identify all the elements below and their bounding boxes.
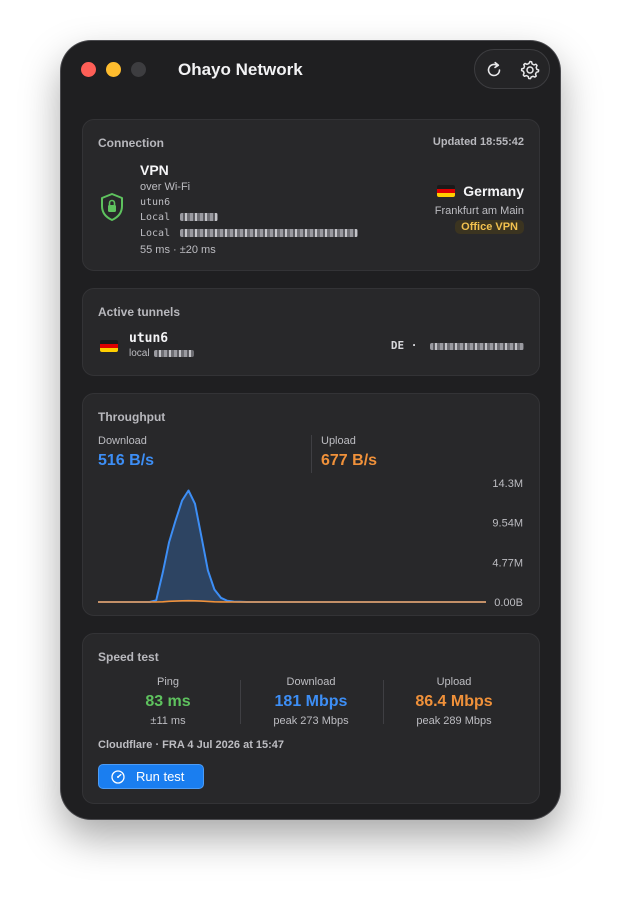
toolbar-actions bbox=[474, 49, 550, 89]
local-ipv4-row: Local bbox=[140, 212, 219, 223]
speed-download-label: Download bbox=[286, 676, 336, 688]
tunnel-endpoint-row: DE · bbox=[391, 339, 524, 352]
run-test-button[interactable]: Run test bbox=[98, 764, 204, 789]
vpn-profile-badge: Office VPN bbox=[455, 220, 524, 234]
latency-readout: 55 ms · ±20 ms bbox=[140, 244, 216, 256]
download-area bbox=[98, 490, 486, 602]
throughput-chart: 14.3M 9.54M 4.77M 0.00B bbox=[98, 478, 523, 609]
tunnel-country-code: DE · bbox=[390, 339, 418, 352]
germany-flag-icon bbox=[437, 185, 456, 198]
upload-column: Upload 86.4 Mbps peak 289 Mbps bbox=[384, 676, 524, 727]
city-name: Frankfurt am Main bbox=[434, 205, 524, 217]
window-title: Ohayo Network bbox=[178, 60, 303, 79]
redacted-ipv4 bbox=[180, 213, 219, 221]
y-tick-label: 9.54M bbox=[492, 518, 523, 530]
speed-test-card: Speed test Ping 83 ms ±11 ms Download 18… bbox=[82, 633, 540, 804]
speed-upload-value: 86.4 Mbps bbox=[415, 693, 493, 710]
connection-card: Connection Updated 18:55:42 VPN over Wi-… bbox=[82, 119, 540, 271]
ping-value: 83 ms bbox=[145, 693, 191, 710]
local-ipv4-label: Local bbox=[140, 212, 171, 223]
ping-jitter: ±11 ms bbox=[150, 715, 186, 727]
speedometer-icon bbox=[111, 770, 125, 784]
tunnel-name: utun6 bbox=[129, 331, 169, 346]
speed-upload-label: Upload bbox=[436, 676, 472, 688]
speed-download-value: 181 Mbps bbox=[274, 693, 348, 710]
zoom-window-button[interactable] bbox=[131, 62, 146, 77]
refresh-button[interactable] bbox=[483, 59, 505, 81]
tunnel-local-row: local bbox=[129, 348, 195, 359]
germany-flag-icon bbox=[100, 340, 118, 352]
local-ipv6-row: Local bbox=[140, 228, 359, 239]
country-row: Germany bbox=[437, 183, 524, 199]
speed-download-peak: peak 273 Mbps bbox=[273, 715, 349, 727]
redacted-tunnel-endpoint bbox=[430, 342, 524, 350]
connection-section-title: Connection bbox=[98, 136, 164, 150]
ping-column: Ping 83 ms ±11 ms bbox=[98, 676, 238, 727]
ping-label: Ping bbox=[156, 676, 180, 688]
connection-type: VPN bbox=[140, 162, 169, 178]
speed-test-section-title: Speed test bbox=[98, 650, 159, 664]
refresh-icon bbox=[487, 61, 501, 77]
gear-icon bbox=[520, 60, 540, 80]
app-window: Ohayo Network Connection Updated 18:55:4… bbox=[61, 41, 560, 819]
close-window-button[interactable] bbox=[81, 62, 96, 77]
throughput-card: Throughput Download 516 B/s Upload 677 B… bbox=[82, 393, 540, 616]
active-tunnels-card: Active tunnels utun6 local DE · bbox=[82, 288, 540, 376]
y-tick-label: 4.77M bbox=[492, 557, 523, 569]
minimize-window-button[interactable] bbox=[106, 62, 121, 77]
updated-timestamp: Updated 18:55:42 bbox=[432, 136, 524, 148]
download-series-line bbox=[98, 489, 486, 603]
title-bar: Ohayo Network bbox=[61, 41, 560, 99]
tunnel-local-label: local bbox=[129, 348, 150, 359]
speed-test-server-info: Cloudflare · FRA 4 Jul 2026 at 15:47 bbox=[98, 739, 285, 751]
local-ipv6-label: Local bbox=[140, 228, 171, 239]
connection-medium: over Wi-Fi bbox=[140, 181, 191, 193]
speed-upload-peak: peak 289 Mbps bbox=[416, 715, 492, 727]
y-tick-label: 0.00B bbox=[494, 597, 523, 609]
settings-button[interactable] bbox=[519, 59, 541, 81]
run-test-label: Run test bbox=[136, 769, 185, 784]
download-column: Download 181 Mbps peak 273 Mbps bbox=[241, 676, 381, 727]
country-name: Germany bbox=[463, 183, 524, 199]
y-tick-label: 14.3M bbox=[492, 478, 523, 490]
redacted-ipv6 bbox=[180, 229, 359, 237]
tunnels-section-title: Active tunnels bbox=[98, 305, 181, 319]
shield-lock-icon bbox=[101, 193, 123, 221]
interface-name: utun6 bbox=[140, 197, 171, 208]
redacted-tunnel-ip bbox=[154, 349, 195, 357]
